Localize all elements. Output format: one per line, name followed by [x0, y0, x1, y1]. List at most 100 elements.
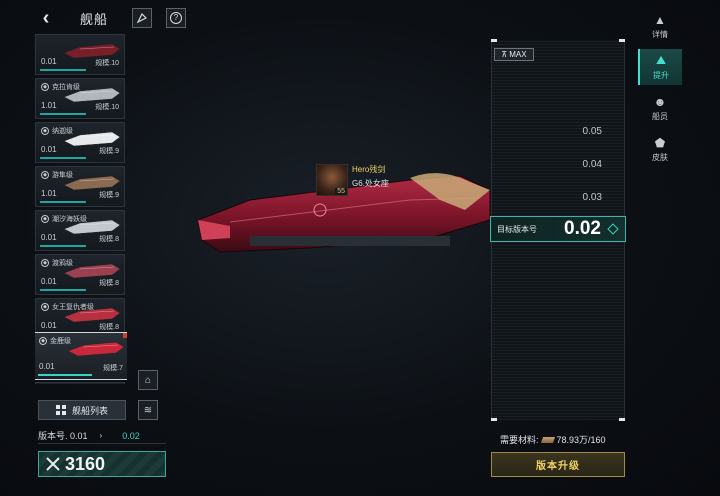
ship-class: ◆ 渡鸦级 — [41, 258, 73, 268]
page-title: 舰船 — [80, 11, 109, 27]
ship-version: 0.01 — [41, 145, 57, 154]
nav-item[interactable]: ⛰ 提升 — [638, 49, 682, 85]
material-requirement: 需要材料: 78.93万/160 — [500, 433, 606, 446]
ship-scale: 规模.8 — [99, 280, 119, 287]
rocket-icon — [136, 12, 148, 24]
question-icon: ? — [170, 12, 182, 24]
ship-class-name: 女王复仇者级 — [52, 304, 94, 311]
captain-badge[interactable]: 55 Hero残剑 G6.处女座 — [316, 164, 389, 196]
material-label: 需要材料: — [500, 435, 539, 445]
max-button[interactable]: ⊼ MAX — [494, 48, 534, 61]
captain-position: G6.处女座 — [352, 179, 389, 188]
upgrade-icon: ⛰ — [655, 53, 667, 67]
ship-scale: 规模.9 — [99, 192, 119, 199]
class-icon: ◆ — [41, 127, 49, 135]
ship-thumbnail — [67, 341, 125, 357]
version-arrow: › — [99, 431, 103, 440]
back-button[interactable]: ‹ — [34, 7, 58, 29]
ship-list[interactable]: 0.01 规模.10 ◆ 克拉肯级 1.01 规模.10 ◆ 纳迦级 0.01 规模.9 ◆ 游隼级 1… — [35, 34, 127, 384]
nav-label: 船员 — [652, 111, 668, 121]
ship-card[interactable]: ◆海洋研究级 — [35, 382, 125, 384]
ship-class-name: 游隼级 — [52, 172, 73, 179]
ship-card[interactable]: ◆ 克拉肯级 1.01 规模.10 — [35, 78, 125, 119]
progress-bar — [38, 374, 92, 376]
skin-icon: ⬟ — [654, 135, 666, 150]
ship-scale: 规模.9 — [99, 148, 119, 155]
corner-marker — [619, 39, 625, 42]
nav-label: 提升 — [653, 71, 669, 80]
ship-version: 0.01 — [39, 362, 55, 371]
crew-icon: ☻ — [653, 94, 667, 109]
ship-class-name: 克拉肯级 — [52, 84, 80, 91]
filter-icon: ≋ — [143, 404, 153, 416]
ship-version: 0.01 — [41, 321, 57, 330]
ship-list-button[interactable]: 舰船列表 — [38, 400, 126, 420]
ship-class-name: 金鹿级 — [50, 338, 71, 345]
ship-version: 1.01 — [41, 189, 57, 198]
rocket-button[interactable] — [132, 8, 152, 28]
ship-class: ◆ 纳迦级 — [41, 126, 73, 136]
ship-version: 1.01 — [41, 101, 57, 110]
ship-scale: 规模.8 — [99, 236, 119, 243]
ship-card[interactable]: ◆ 游隼级 1.01 规模.9 — [35, 166, 125, 207]
class-icon: ◆ — [39, 337, 47, 345]
version-option[interactable]: 0.03 — [583, 192, 602, 203]
ship-card[interactable]: ◆ 渡鸦级 0.01 规模.8 — [35, 254, 125, 295]
corner-marker — [491, 418, 497, 421]
combat-power-value: 3160 — [65, 453, 106, 474]
target-version-label: 目标版本号 — [497, 224, 537, 234]
ship-class-name: 潮汐海妖级 — [52, 216, 87, 223]
ship-card[interactable]: ◆ 金鹿级 0.01 规模.7 — [35, 332, 127, 380]
class-icon: ◆ — [41, 215, 49, 223]
pin-icon: ⊼ — [501, 50, 508, 59]
ship-class: ◆ 金鹿级 — [39, 336, 71, 346]
ship-class: ◆ 女王复仇者级 — [41, 302, 94, 312]
current-version: 版本号. 0.01 — [38, 431, 88, 441]
ship-card[interactable]: ◆ 潮汐海妖级 0.01 规模.8 — [35, 210, 125, 251]
ship-scale: 规模.8 — [99, 324, 119, 331]
ship-class-name: 纳迦级 — [52, 128, 73, 135]
version-option[interactable]: 0.04 — [583, 159, 602, 170]
right-nav: ▲ 详情 ⛰ 提升 ☻ 船员 ⬟ 皮肤 — [638, 8, 682, 172]
max-label: MAX — [509, 50, 527, 59]
progress-bar — [40, 113, 86, 115]
class-icon: ◆ — [41, 259, 49, 267]
ship-version: 0.01 — [41, 277, 57, 286]
ingot-icon — [540, 436, 555, 443]
progress-bar — [40, 157, 86, 159]
fleet-icon: ⌂ — [144, 374, 152, 386]
fleet-button[interactable]: ⌂ — [138, 370, 158, 390]
grid-icon — [55, 405, 66, 415]
version-option[interactable]: 0.05 — [583, 126, 602, 137]
ship-version: 0.01 — [41, 57, 57, 66]
upgrade-button[interactable]: 版本升级 — [491, 452, 625, 477]
progress-bar — [40, 245, 86, 247]
corner-marker — [619, 418, 625, 421]
ship-card[interactable]: ◆ 纳迦级 0.01 规模.9 — [35, 122, 125, 163]
nav-item[interactable]: ▲ 详情 — [638, 8, 682, 44]
class-icon: ◆ — [41, 83, 49, 91]
material-value: 78.93万/160 — [556, 435, 606, 445]
ship-list-button-label: 舰船列表 — [71, 405, 108, 416]
nav-label: 皮肤 — [652, 152, 668, 162]
combat-power: 3160 — [38, 451, 166, 477]
captain-name: Hero残剑 — [352, 165, 386, 174]
ship-card[interactable]: 0.01 规模.10 — [35, 34, 125, 75]
ship-scale: 规模.10 — [95, 104, 119, 111]
nav-item[interactable]: ⬟ 皮肤 — [638, 131, 682, 167]
progress-bar — [40, 201, 86, 203]
ship-class: ◆ 潮汐海妖级 — [41, 214, 87, 224]
class-icon: ◆ — [41, 171, 49, 179]
version-selector[interactable]: ⊼ MAX 0.05 0.04 0.03 目标版本号 0.02 — [490, 39, 626, 421]
help-button[interactable]: ? — [166, 8, 186, 28]
nav-label: 详情 — [652, 29, 668, 39]
filter-button[interactable]: ≋ — [138, 400, 158, 420]
ship-scale: 规模.10 — [95, 60, 119, 67]
captain-level: 55 — [335, 188, 347, 195]
ship-class: ◆ 克拉肯级 — [41, 82, 80, 92]
nav-item[interactable]: ☻ 船员 — [638, 90, 682, 126]
progress-bar — [40, 69, 86, 71]
top-bar: ‹ 舰船 — [34, 6, 108, 30]
ship-class-name: 渡鸦级 — [52, 260, 73, 267]
target-version[interactable]: 目标版本号 0.02 — [490, 216, 626, 242]
